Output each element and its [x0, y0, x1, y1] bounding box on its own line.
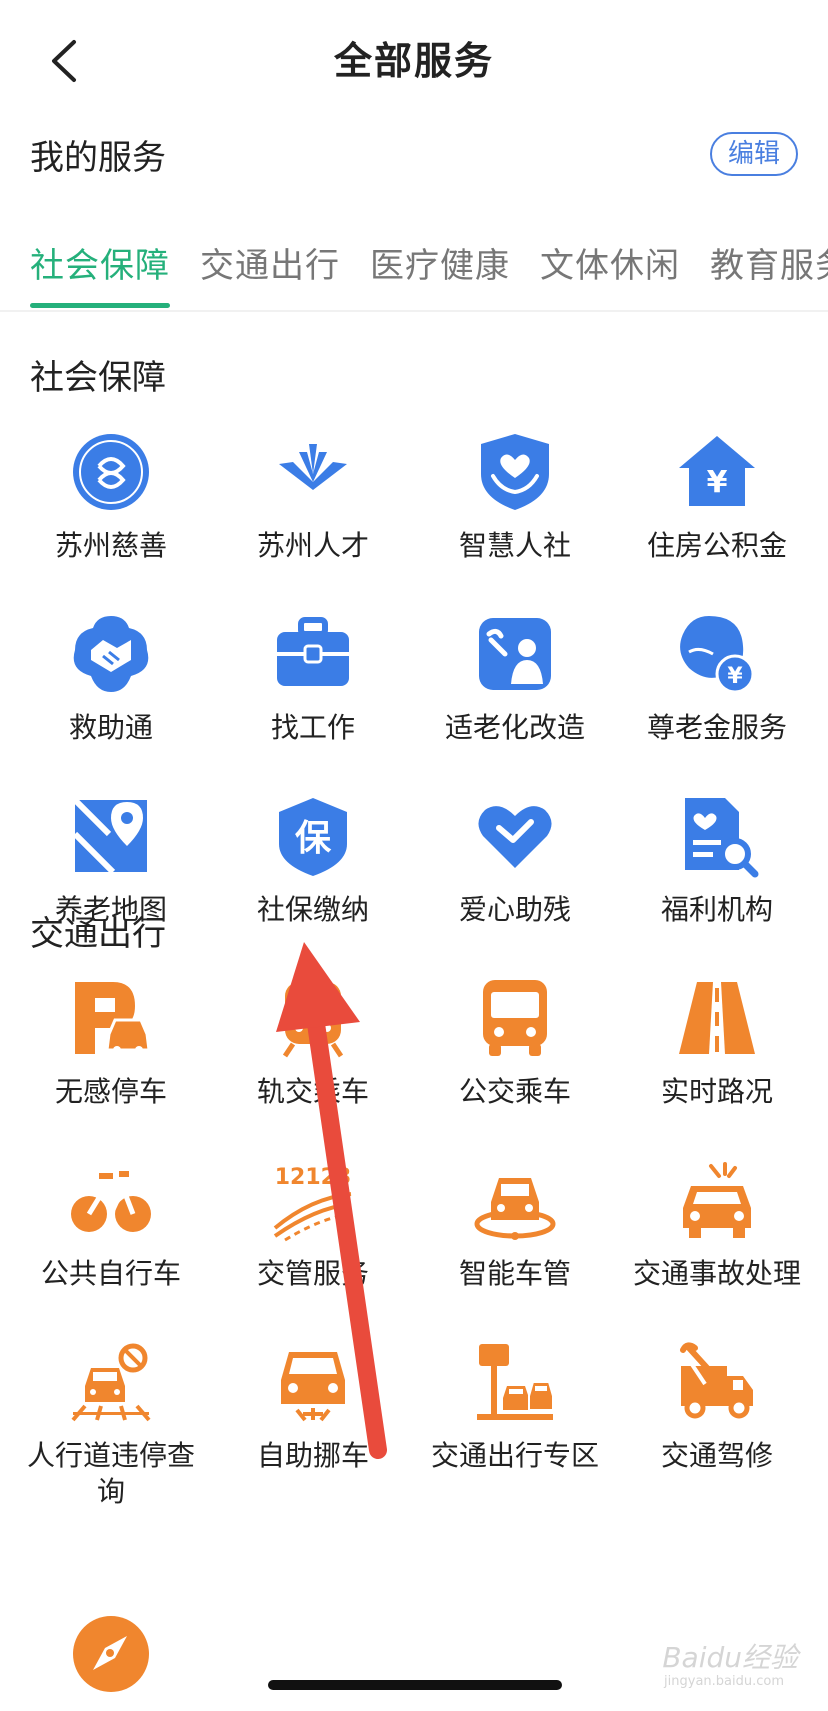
- service-label: 轨交乘车: [256, 1075, 369, 1108]
- service-label: 苏州人才: [256, 529, 369, 562]
- service-disability-aid[interactable]: 爱心助残: [414, 794, 616, 928]
- home-indicator[interactable]: [268, 1680, 562, 1690]
- service-label: 尊老金服务: [646, 711, 787, 744]
- service-welfare-institution[interactable]: 福利机构: [616, 794, 818, 928]
- parking-car-icon: [75, 982, 151, 1054]
- tab-traffic[interactable]: 交通出行: [200, 238, 340, 287]
- service-metro-ride[interactable]: 轨交乘车: [212, 976, 414, 1110]
- tab-education[interactable]: 教育服务: [710, 238, 828, 287]
- map-pin-icon: [72, 797, 147, 875]
- shield-heart-hands-icon: [481, 434, 549, 510]
- service-suzhou-talent[interactable]: 苏州人才: [212, 430, 414, 564]
- active-tab-underline: [30, 303, 170, 308]
- traffic-12123-icon: 12123: [273, 1165, 352, 1242]
- service-label: 公共自行车: [40, 1257, 181, 1290]
- service-traffic-repair[interactable]: 交通驾修: [616, 1340, 818, 1474]
- section-title-social: 社会保障: [30, 358, 166, 398]
- service-traffic-zone[interactable]: 交通出行专区: [414, 1340, 616, 1474]
- category-tabs: 社会保障 交通出行 医疗健康 文体休闲 教育服务: [0, 238, 828, 310]
- svg-text:¥: ¥: [707, 465, 728, 500]
- talent-logo-icon: [279, 444, 347, 490]
- charity-logo-icon: [73, 434, 149, 510]
- car-accident-icon: [683, 1162, 751, 1238]
- service-partial-compass[interactable]: [10, 1612, 212, 1710]
- house-yen-icon: ¥: [679, 436, 755, 506]
- heart-handshake-icon: [478, 806, 552, 868]
- service-label: 自助挪车: [256, 1439, 369, 1472]
- service-accident-handling[interactable]: 交通事故处理: [616, 1158, 818, 1292]
- header-bar: 全部服务: [0, 0, 828, 120]
- icon-12123-text: 12123: [275, 1165, 352, 1190]
- service-smart-vehicle-management[interactable]: 智能车管: [414, 1158, 616, 1292]
- service-find-job[interactable]: 找工作: [212, 612, 414, 746]
- section-title-traffic: 交通出行: [30, 914, 166, 954]
- service-contactless-parking[interactable]: 无感停车: [10, 976, 212, 1110]
- handshake-badge-icon: [73, 616, 149, 692]
- elder-yen-icon: ¥: [680, 616, 755, 694]
- service-label: 交通驾修: [660, 1439, 773, 1472]
- service-housing-fund[interactable]: ¥ 住房公积金: [616, 430, 818, 564]
- no-parking-car-icon: [71, 1343, 151, 1422]
- service-social-insurance-payment[interactable]: 保 社保缴纳: [212, 794, 414, 928]
- service-label: 适老化改造: [444, 711, 585, 744]
- document-search-icon: [685, 798, 759, 878]
- service-elderly-renovation[interactable]: 适老化改造: [414, 612, 616, 746]
- service-label: 实时路况: [660, 1075, 773, 1108]
- baidu-watermark-url: jingyan.baidu.com: [664, 1674, 784, 1689]
- edit-button[interactable]: 编辑: [710, 132, 798, 176]
- service-label: 社保缴纳: [256, 893, 369, 926]
- elderly-repair-icon: [479, 618, 551, 690]
- service-label: 苏州慈善: [54, 529, 167, 562]
- service-traffic-management[interactable]: 12123 交管服务: [212, 1158, 414, 1292]
- metro-train-icon: [282, 982, 344, 1058]
- service-public-bicycle[interactable]: 公共自行车: [10, 1158, 212, 1292]
- road-icon: [679, 982, 755, 1054]
- service-label: 无感停车: [54, 1075, 167, 1108]
- service-self-move-car[interactable]: 自助挪车: [212, 1340, 414, 1474]
- truck-wrench-icon: [680, 1342, 753, 1419]
- tab-social-security[interactable]: 社会保障: [30, 238, 170, 287]
- service-label: 救助通: [68, 711, 153, 744]
- service-label: 爱心助残: [458, 893, 571, 926]
- bus-icon: [483, 980, 547, 1056]
- my-services-label: 我的服务: [30, 138, 166, 178]
- tab-culture-leisure[interactable]: 文体休闲: [540, 238, 680, 287]
- service-label: 福利机构: [660, 893, 773, 926]
- parking-sign-cars-icon: [477, 1344, 554, 1420]
- tab-medical[interactable]: 医疗健康: [370, 238, 510, 287]
- service-live-traffic[interactable]: 实时路况: [616, 976, 818, 1110]
- service-label: 找工作: [270, 711, 355, 744]
- page-title: 全部服务: [333, 39, 494, 83]
- briefcase-icon: [277, 617, 349, 686]
- service-label: 住房公积金: [646, 529, 787, 562]
- car-move-icon: [281, 1352, 345, 1422]
- service-label: 交管服务: [256, 1257, 369, 1290]
- service-sidewalk-parking-query[interactable]: 人行道违停查询: [10, 1340, 212, 1510]
- service-label: 公交乘车: [458, 1075, 571, 1108]
- service-label: 智慧人社: [458, 529, 571, 562]
- service-label: 交通出行专区: [430, 1439, 599, 1472]
- svg-text:¥: ¥: [727, 664, 743, 689]
- car-ring-icon: [474, 1178, 556, 1240]
- baidu-watermark: Baidu经验: [662, 1641, 798, 1674]
- shield-bao-icon: 保: [279, 798, 347, 876]
- service-smart-hr[interactable]: 智慧人社: [414, 430, 616, 564]
- service-label: 人行道违停查询: [26, 1439, 195, 1508]
- bicycle-icon: [71, 1171, 151, 1232]
- compass-icon: [73, 1616, 149, 1692]
- service-bus-ride[interactable]: 公交乘车: [414, 976, 616, 1110]
- svg-text:保: 保: [295, 818, 332, 859]
- service-suzhou-charity[interactable]: 苏州慈善: [10, 430, 212, 564]
- tabs-divider: [0, 310, 828, 312]
- service-label: 智能车管: [458, 1257, 571, 1290]
- service-label: 交通事故处理: [632, 1257, 801, 1290]
- service-elder-allowance[interactable]: ¥ 尊老金服务: [616, 612, 818, 746]
- service-rescue[interactable]: 救助通: [10, 612, 212, 746]
